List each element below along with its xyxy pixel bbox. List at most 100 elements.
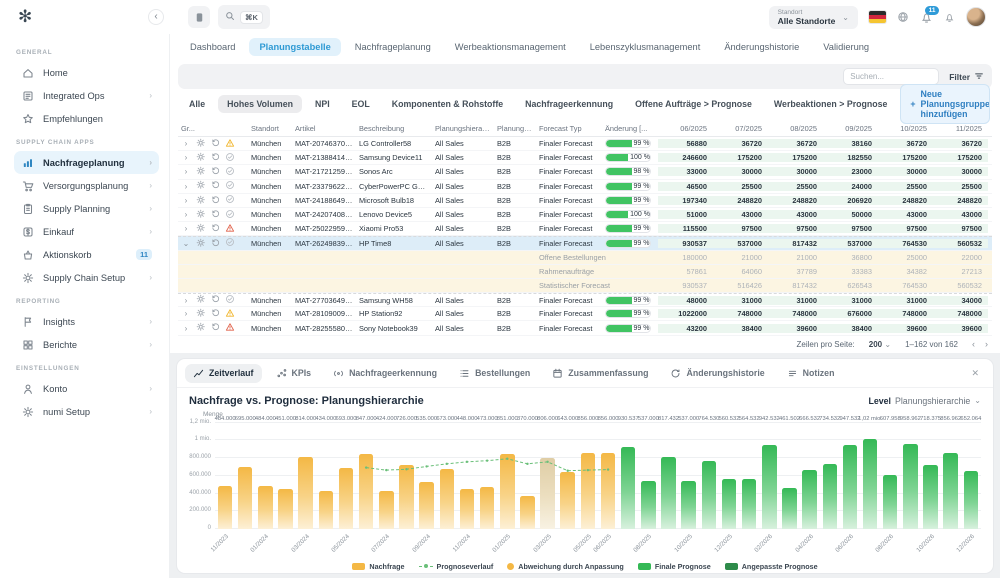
expand-row-icon[interactable]: ›	[178, 296, 194, 305]
table-row[interactable]: ›MünchenMAT-277036492039Samsung WH58All …	[178, 293, 992, 307]
row-history-icon[interactable]	[211, 166, 221, 178]
detail-tab-nderungshistorie[interactable]: Änderungshistorie	[662, 364, 772, 383]
row-settings-icon[interactable]	[196, 322, 206, 334]
tab-werbeaktionsmanagement[interactable]: Werbeaktionsmanagement	[445, 38, 576, 56]
sidebar-item-home[interactable]: Home	[14, 61, 159, 84]
prev-page-button[interactable]: ‹	[972, 339, 975, 349]
detail-tab-notizen[interactable]: Notizen	[779, 364, 843, 383]
expand-row-icon[interactable]: ›	[178, 324, 194, 333]
row-history-icon[interactable]	[211, 138, 221, 150]
sidebar-item-insights[interactable]: Insights›	[14, 310, 159, 333]
filter-tab-alle[interactable]: Alle	[180, 95, 214, 113]
expand-row-icon[interactable]: ›	[178, 182, 194, 191]
row-settings-icon[interactable]	[196, 180, 206, 192]
expand-row-icon[interactable]: ›	[178, 139, 194, 148]
sidebar-collapse-button[interactable]: ‹	[148, 9, 164, 25]
row-settings-icon[interactable]	[196, 308, 206, 320]
filter-tab-werbeaktionen-prognose[interactable]: Werbeaktionen > Prognose	[765, 95, 897, 113]
row-history-icon[interactable]	[211, 238, 221, 250]
row-history-icon[interactable]	[211, 209, 221, 221]
expand-row-icon[interactable]: ›	[178, 167, 194, 176]
standort-selector[interactable]: Standort Alle Standorte ⌄	[769, 6, 858, 29]
filter-tab-npi[interactable]: NPI	[306, 95, 339, 113]
filter-tab-nachfrageerkennung[interactable]: Nachfrageerkennung	[516, 95, 622, 113]
expand-row-icon[interactable]: ›	[178, 224, 194, 233]
column-header-month[interactable]: 07/2025	[713, 124, 768, 133]
filter-tab-hohes-volumen[interactable]: Hohes Volumen	[218, 95, 302, 113]
sidebar-item-integrated-ops[interactable]: Integrated Ops›	[14, 84, 159, 107]
sidebar-item-konto[interactable]: Konto›	[14, 377, 159, 400]
table-row[interactable]: ›MünchenMAT-282555806714Sony Notebook39A…	[178, 321, 992, 335]
table-row[interactable]: ›MünchenMAT-217212593385Sonos ArcAll Sal…	[178, 165, 992, 179]
detail-tab-zeitverlauf[interactable]: Zeitverlauf	[185, 364, 262, 383]
add-planning-group-button[interactable]: +Neue Planungsgruppe hinzufügen▾	[900, 84, 990, 124]
search-input[interactable]	[843, 68, 939, 85]
row-settings-icon[interactable]	[196, 209, 206, 221]
column-header-month[interactable]: 09/2025	[823, 124, 878, 133]
collapse-row-icon[interactable]: ⌄	[178, 239, 194, 248]
row-history-icon[interactable]	[211, 322, 221, 334]
column-header-month[interactable]: 08/2025	[768, 124, 823, 133]
detail-tab-nachfrageerkennung[interactable]: Nachfrageerkennung	[325, 364, 445, 383]
sidebar-item-aktionskorb[interactable]: Aktionskorb11	[14, 243, 159, 266]
row-settings-icon[interactable]	[196, 166, 206, 178]
row-history-icon[interactable]	[211, 294, 221, 306]
expand-row-icon[interactable]: ›	[178, 153, 194, 162]
sidebar-item-supply-chain-setup[interactable]: Supply Chain Setup›	[14, 266, 159, 289]
next-page-button[interactable]: ›	[985, 339, 988, 349]
notifications-bell-icon[interactable]: 11	[920, 11, 933, 24]
user-avatar[interactable]	[966, 7, 986, 27]
close-panel-icon[interactable]: ✕	[971, 368, 983, 379]
row-history-icon[interactable]	[211, 223, 221, 235]
sidebar-item-berichte[interactable]: Berichte›	[14, 333, 159, 356]
table-row[interactable]: ⌄MünchenMAT-26249839949HP Time8All Sales…	[178, 236, 992, 250]
filter-tab-komponenten-rohstoffe[interactable]: Komponenten & Rohstoffe	[383, 95, 512, 113]
row-history-icon[interactable]	[211, 195, 221, 207]
table-row[interactable]: ›MünchenMAT-241886491608Microsoft Bulb18…	[178, 194, 992, 208]
expand-row-icon[interactable]: ›	[178, 309, 194, 318]
table-row[interactable]: ›MünchenMAT-281090096832HP Station92All …	[178, 307, 992, 321]
table-row[interactable]: ›MünchenMAT-233796222353CyberPowerPC Gam…	[178, 180, 992, 194]
filter-button[interactable]: Filter	[949, 71, 984, 83]
filter-tab-eol[interactable]: EOL	[343, 95, 379, 113]
globe-icon[interactable]	[897, 11, 909, 23]
row-settings-icon[interactable]	[196, 138, 206, 150]
tab-nachfrageplanung[interactable]: Nachfrageplanung	[345, 38, 441, 56]
row-history-icon[interactable]	[211, 152, 221, 164]
alerts-bell-icon[interactable]	[944, 12, 955, 23]
tab-lebenszyklusmanagement[interactable]: Lebenszyklusmanagement	[580, 38, 711, 56]
docs-icon[interactable]	[188, 6, 210, 28]
level-selector[interactable]: Level Planungshierarchie ⌄	[868, 396, 981, 406]
column-header-month[interactable]: 11/2025	[933, 124, 988, 133]
language-flag-icon[interactable]	[869, 11, 886, 23]
filter-tab-offene-auftr-ge-prognose[interactable]: Offene Aufträge > Prognose	[626, 95, 761, 113]
rows-per-page-select[interactable]: 200 ⌄	[869, 340, 891, 349]
tab-nderungshistorie[interactable]: Änderungshistorie	[714, 38, 809, 56]
sidebar-item-nachfrageplanung[interactable]: Nachfrageplanung›	[14, 151, 159, 174]
table-row[interactable]: ›MünchenMAT-242074083675Lenovo Device5Al…	[178, 208, 992, 222]
table-row[interactable]: ›MünchenMAT-213884145648Samsung Device11…	[178, 151, 992, 165]
table-row[interactable]: ›MünchenMAT-207463703311LG Controller58A…	[178, 137, 992, 151]
expand-row-icon[interactable]: ›	[178, 210, 194, 219]
row-history-icon[interactable]	[211, 308, 221, 320]
column-header-month[interactable]: 10/2025	[878, 124, 933, 133]
column-header-month[interactable]: 06/2025	[658, 124, 713, 133]
expand-row-icon[interactable]: ›	[178, 196, 194, 205]
row-settings-icon[interactable]	[196, 238, 206, 250]
table-row[interactable]: ›MünchenMAT-250229597325Xiaomi Pro53All …	[178, 222, 992, 236]
sidebar-item-versorgungsplanung[interactable]: Versorgungsplanung›	[14, 174, 159, 197]
tab-dashboard[interactable]: Dashboard	[180, 38, 245, 56]
global-search[interactable]: ⌘K	[218, 5, 270, 29]
sidebar-item-supply-planning[interactable]: Supply Planning›	[14, 197, 159, 220]
tab-validierung[interactable]: Validierung	[813, 38, 879, 56]
detail-tab-bestellungen[interactable]: Bestellungen	[451, 364, 538, 383]
sidebar-item-einkauf[interactable]: Einkauf›	[14, 220, 159, 243]
row-settings-icon[interactable]	[196, 294, 206, 306]
sidebar-item-empfehlungen[interactable]: Empfehlungen	[14, 107, 159, 130]
row-settings-icon[interactable]	[196, 152, 206, 164]
tab-planungstabelle[interactable]: Planungstabelle	[249, 38, 340, 56]
row-settings-icon[interactable]	[196, 223, 206, 235]
row-history-icon[interactable]	[211, 180, 221, 192]
detail-tab-zusammenfassung[interactable]: Zusammenfassung	[544, 364, 656, 383]
sidebar-item-numi-setup[interactable]: numi Setup›	[14, 400, 159, 423]
